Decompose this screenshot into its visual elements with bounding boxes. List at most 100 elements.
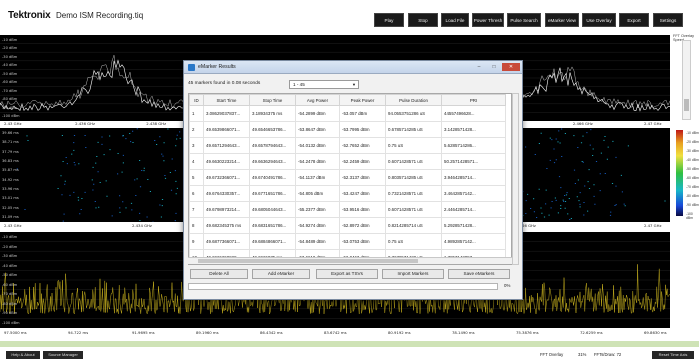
column-header[interactable]: Start Time bbox=[203, 94, 250, 106]
table-row[interactable]: 7 49.6798973214... 49.6805044643... -55.237… bbox=[189, 201, 506, 218]
table-horizontal-scrollbar[interactable] bbox=[188, 257, 512, 264]
spectrogram-pixel bbox=[603, 139, 605, 141]
x-tick-label: 83.6742 ms bbox=[324, 330, 347, 335]
save-emarkers-button[interactable]: Save eMarkers bbox=[448, 269, 510, 279]
power-thresh-button[interactable]: Power Thresh bbox=[472, 13, 504, 27]
load-file-button[interactable]: Load File bbox=[441, 13, 469, 27]
speed-slider[interactable] bbox=[682, 40, 691, 120]
table-cell: 5 bbox=[189, 169, 204, 186]
pulse-search-button[interactable]: Pulse Search bbox=[507, 13, 541, 27]
table-cell: 6 bbox=[189, 185, 204, 202]
column-header[interactable]: Stop Time bbox=[249, 94, 296, 106]
table-row[interactable]: 2 49.6539866071... 49.6546653786... -53.864… bbox=[189, 121, 506, 138]
table-cell: 0.8214285714 uS bbox=[385, 217, 442, 234]
stop-button[interactable]: Stop bbox=[408, 13, 438, 27]
speed-slider-thumb[interactable] bbox=[684, 99, 689, 111]
help-about-button[interactable]: Help & About bbox=[6, 351, 40, 359]
colorbar-tick-label: -20 dBm bbox=[686, 140, 699, 144]
time-range-selection[interactable] bbox=[0, 341, 699, 347]
spectrogram-pixel bbox=[583, 202, 585, 203]
emarker-view-button[interactable]: eMarker View bbox=[545, 13, 579, 27]
spectrogram-pixel bbox=[664, 200, 666, 202]
spectrogram-pixel bbox=[589, 144, 591, 146]
spectrogram-pixel bbox=[610, 211, 612, 213]
spectrogram-pixel bbox=[161, 153, 163, 155]
spectrogram-pixel bbox=[139, 160, 141, 161]
settings-button[interactable]: Settings bbox=[653, 13, 683, 27]
table-cell: 49.6831651786... bbox=[249, 217, 296, 234]
spectrogram-pixel bbox=[574, 183, 576, 184]
spectrogram-pixel bbox=[154, 140, 156, 141]
spectrogram-pixel bbox=[27, 140, 29, 141]
table-row[interactable]: 5 49.6732366071... 49.6740491786... -54.113… bbox=[189, 169, 506, 186]
spectrogram-pixel bbox=[121, 171, 123, 173]
spectrogram-pixel bbox=[545, 189, 547, 191]
spectrogram-pixel bbox=[525, 146, 527, 148]
maximize-icon[interactable]: □ bbox=[487, 63, 501, 71]
spectrogram-pixel bbox=[73, 162, 75, 163]
table-cell: 3.9464285714... bbox=[441, 169, 506, 186]
use-overlay-button[interactable]: Use Overlay bbox=[582, 13, 616, 27]
spectrogram-pixel bbox=[540, 132, 542, 134]
table-cell: 49.6805044643... bbox=[249, 201, 296, 218]
table-cell: 49.6740491786... bbox=[249, 169, 296, 186]
column-header[interactable]: ID bbox=[189, 94, 204, 106]
table-vertical-scrollbar[interactable] bbox=[512, 93, 519, 265]
time-range-bar[interactable] bbox=[0, 341, 699, 347]
scrollbar-thumb[interactable] bbox=[198, 259, 418, 263]
reset-time-axis-button[interactable]: Reset Time Axis bbox=[652, 351, 694, 359]
table-row[interactable]: 1 3.08629037837... 3.18934375 ms -54.2899 d… bbox=[189, 105, 506, 122]
table-cell: 49.6571294643... bbox=[203, 137, 250, 154]
play-button[interactable]: Play bbox=[374, 13, 404, 27]
dialog-titlebar[interactable]: eMarker Results – □ ✕ bbox=[184, 61, 522, 74]
table-row[interactable]: 3 49.6571294643... 49.6578794643... -54.013… bbox=[189, 137, 506, 154]
table-cell: 49.6630223214... bbox=[203, 153, 250, 170]
source-manager-button[interactable]: Source Manager bbox=[43, 351, 83, 359]
chevron-down-icon[interactable]: ▼ bbox=[352, 81, 356, 88]
table-row[interactable]: 6 49.6764330357... 49.6771651786... -54.805… bbox=[189, 185, 506, 202]
spectrogram-pixel bbox=[525, 200, 527, 202]
close-icon[interactable]: ✕ bbox=[502, 63, 520, 71]
table-cell: 4 bbox=[189, 153, 204, 170]
table-row[interactable]: 9 49.6877366071... 49.6884866071... -54.848… bbox=[189, 233, 506, 250]
spectrogram-pixel bbox=[533, 198, 535, 200]
spectrogram-pixel bbox=[171, 158, 173, 160]
table-row[interactable]: 4 49.6630223214... 49.6636294643... -54.247… bbox=[189, 153, 506, 170]
column-header[interactable]: Pulse Duration bbox=[385, 94, 442, 106]
spectrogram-pixel bbox=[599, 173, 601, 175]
spectrogram-pixel bbox=[614, 205, 616, 206]
delete-all-button[interactable]: Delete All bbox=[190, 269, 248, 279]
table-cell: 0.75 uS bbox=[385, 137, 442, 154]
spectrogram-pixel bbox=[563, 200, 565, 202]
export-tsv-button[interactable]: Export as TSVs bbox=[316, 269, 378, 279]
spectrogram-pixel bbox=[179, 137, 181, 139]
spectrogram-pixel bbox=[582, 161, 584, 163]
colorbar-tick-label: -40 dBm bbox=[686, 158, 699, 162]
spectrogram-pixel bbox=[538, 143, 540, 144]
table-row[interactable]: 8 49.682345375 ms 49.6831651786... -54.9274… bbox=[189, 217, 506, 234]
spectrogram-pixel bbox=[132, 130, 134, 132]
column-header[interactable]: Avg Power bbox=[295, 94, 340, 106]
spectrogram-pixel bbox=[620, 174, 622, 176]
spectrogram-pixel bbox=[95, 162, 97, 164]
spectrogram-pixel bbox=[567, 213, 569, 215]
colorbar-tick-label: -70 dBm bbox=[686, 185, 699, 189]
spectrogram-pixel bbox=[84, 135, 86, 136]
spectrogram-pixel bbox=[558, 130, 560, 132]
spectrogram-pixel bbox=[578, 200, 580, 202]
spectrogram-pixel bbox=[96, 156, 98, 157]
spectrogram-pixel bbox=[546, 168, 548, 169]
y-tick-label: -20 dBm bbox=[2, 244, 18, 249]
add-emarker-button[interactable]: Add eMarker bbox=[252, 269, 310, 279]
minimize-icon[interactable]: – bbox=[472, 63, 486, 71]
range-select[interactable]: 1 - 45 ▼ bbox=[289, 80, 359, 89]
column-header[interactable]: PRI bbox=[441, 94, 506, 106]
table-cell: 2.4464285714... bbox=[441, 201, 506, 218]
export-button[interactable]: Export bbox=[619, 13, 649, 27]
app-icon bbox=[188, 64, 195, 71]
column-header[interactable]: Peak Power bbox=[339, 94, 386, 106]
spectrogram-pixel bbox=[163, 160, 165, 162]
spectrogram-pixel bbox=[77, 196, 79, 198]
spectrogram-pixel bbox=[570, 218, 572, 219]
import-markers-button[interactable]: Import Markers bbox=[382, 269, 444, 279]
